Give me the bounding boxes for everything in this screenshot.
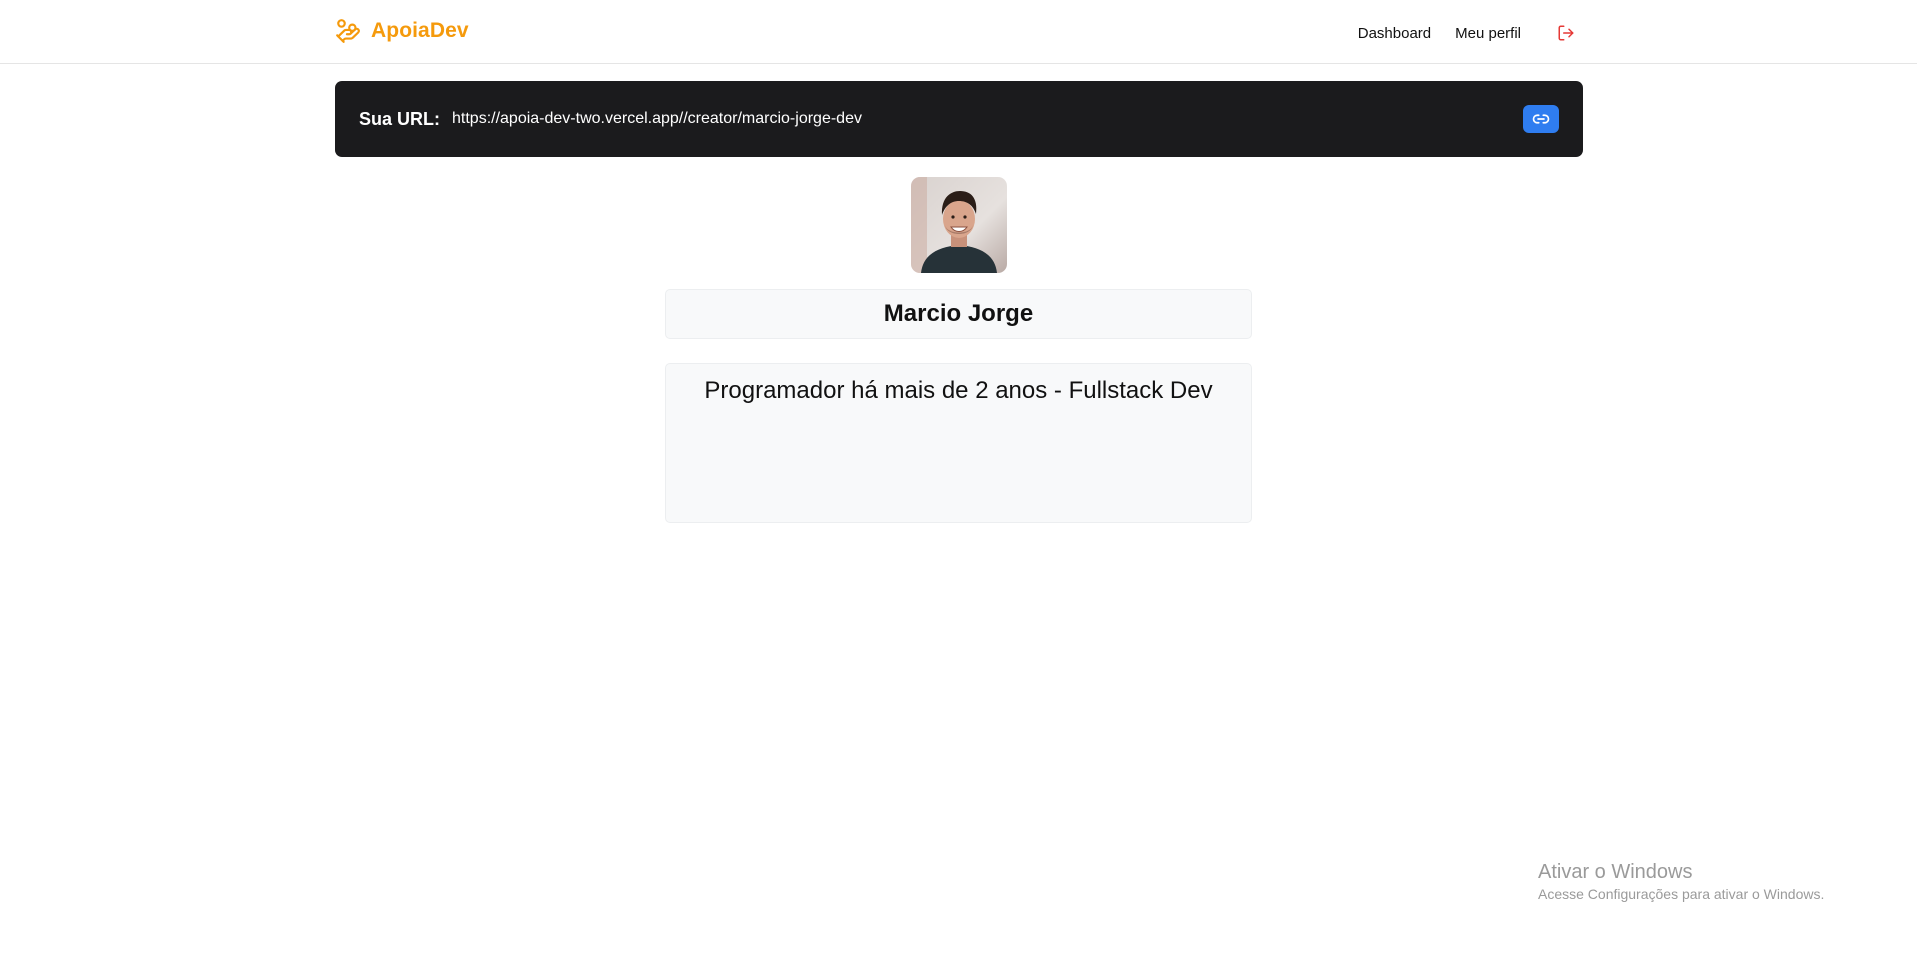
creator-url-link[interactable]: https://apoia-dev-two.vercel.app//creato… [452,110,1523,128]
brand-name: ApoiaDev [371,19,469,42]
copy-url-button[interactable] [1523,105,1559,133]
avatar-photo [911,177,1007,273]
url-label: Sua URL: [359,108,440,129]
watermark-title: Ativar o Windows [1538,861,1693,883]
brand-logo-link[interactable]: ApoiaDev [335,18,469,44]
windows-activation-watermark: Ativar o Windows Acesse Configurações pa… [1538,860,1824,904]
bio-field[interactable]: Programador há mais de 2 anos - Fullstac… [665,363,1252,523]
watermark-subtitle: Acesse Configurações para ativar o Windo… [1538,886,1825,902]
nav-link-dashboard[interactable]: Dashboard [1358,25,1431,42]
link-icon [1532,114,1550,124]
name-field[interactable]: Marcio Jorge [665,289,1252,339]
hand-coins-icon [336,19,360,43]
creator-url-bar: Sua URL: https://apoia-dev-two.vercel.ap… [335,81,1583,157]
avatar[interactable] [911,177,1007,273]
logout-icon [1558,25,1574,41]
logout-button[interactable] [1555,22,1577,44]
main-nav: Dashboard Meu perfil [1358,22,1577,44]
top-navbar: ApoiaDev Dashboard Meu perfil [0,0,1917,64]
nav-link-meu-perfil[interactable]: Meu perfil [1455,25,1521,42]
